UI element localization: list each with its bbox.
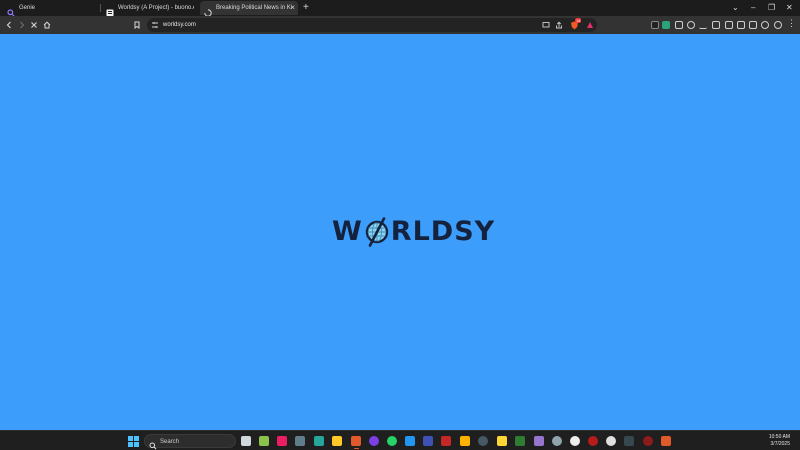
- close-window-button[interactable]: ✕: [786, 2, 793, 14]
- vpn-icon[interactable]: [761, 21, 769, 29]
- brave-beta-icon[interactable]: [661, 436, 671, 446]
- extension-puzzle-icon[interactable]: [651, 21, 659, 29]
- back-button[interactable]: [3, 19, 15, 31]
- bookmark-icon: [134, 21, 140, 29]
- wallet-icon[interactable]: [737, 21, 745, 29]
- tab-genie[interactable]: Genie: [3, 1, 97, 17]
- tab-worldsy-project[interactable]: Worldsy (A Project) - buono.email: [102, 1, 198, 17]
- close-icon: [31, 22, 37, 28]
- app-grid-icon[interactable]: [423, 436, 433, 446]
- app-dark-round-icon[interactable]: [478, 436, 488, 446]
- close-tab-icon[interactable]: ×: [290, 2, 295, 14]
- clock-time: 10:50 AM: [768, 434, 790, 440]
- brave-rewards-icon[interactable]: [584, 19, 596, 31]
- page-viewport: W RLDSY: [0, 34, 800, 430]
- browser-toolbar: worldsy.com 18 ⋮: [0, 16, 800, 34]
- search-placeholder: Search: [160, 439, 180, 445]
- wifi-extension-icon[interactable]: [687, 21, 695, 29]
- arrow-left-icon: [6, 21, 11, 29]
- save-icon[interactable]: [749, 21, 757, 29]
- sidebar-panel-icon[interactable]: [675, 21, 683, 29]
- new-tab-button[interactable]: +: [303, 2, 309, 14]
- extensions-puzzle-icon[interactable]: [712, 21, 720, 29]
- stop-loading-button[interactable]: [28, 19, 40, 31]
- forward-button[interactable]: [16, 19, 28, 31]
- app-yellow-icon[interactable]: [497, 436, 507, 446]
- split-view-icon[interactable]: [725, 21, 733, 29]
- tab-search-chevron-icon[interactable]: ⌄: [732, 2, 739, 14]
- app-red-round-icon[interactable]: [588, 436, 598, 446]
- taskbar-search-box[interactable]: Search: [144, 434, 236, 450]
- chrome-icon[interactable]: [606, 436, 616, 446]
- browser-tab-strip: Genie Worldsy (A Project) - buono.email …: [0, 0, 800, 17]
- restore-button[interactable]: ❐: [768, 2, 775, 14]
- task-view-icon[interactable]: [241, 436, 251, 446]
- calendar-app-icon[interactable]: [441, 436, 451, 446]
- file-explorer-icon[interactable]: [332, 436, 342, 446]
- figma-icon[interactable]: [277, 436, 287, 446]
- system-clock[interactable]: 10:50 AM 3/7/2025: [769, 434, 790, 448]
- vscode-icon[interactable]: [405, 436, 415, 446]
- notion-page-icon: [106, 4, 114, 17]
- profile-icon[interactable]: [774, 21, 782, 29]
- app-purple-icon[interactable]: [369, 436, 379, 446]
- url-text: worldsy.com: [163, 22, 196, 28]
- tab-breaking-political-news[interactable]: Breaking Political News in Kings ×: [200, 1, 298, 17]
- cast-icon[interactable]: [540, 19, 552, 31]
- share-icon[interactable]: [553, 19, 565, 31]
- home-icon: [43, 21, 51, 29]
- bookmark-button[interactable]: [131, 19, 143, 31]
- tab-divider: [100, 4, 101, 12]
- whatsapp-icon[interactable]: [387, 436, 397, 446]
- start-windows-icon[interactable]: [127, 435, 139, 447]
- worldsy-logo: W RLDSY: [332, 216, 495, 248]
- brave-browser-icon[interactable]: [351, 436, 361, 446]
- shields-count-badge: 18: [575, 18, 582, 23]
- app-teal-icon[interactable]: [314, 436, 324, 446]
- extension-green-icon[interactable]: [662, 21, 670, 29]
- logo-text-right: RLDSY: [390, 216, 496, 247]
- app-violet-icon[interactable]: [534, 436, 544, 446]
- tab-title: Worldsy (A Project) - buono.email: [118, 5, 194, 11]
- genie-search-icon: [7, 4, 15, 17]
- logo-text-left: W: [332, 216, 363, 247]
- github-icon[interactable]: [570, 436, 580, 446]
- arrow-right-icon: [20, 21, 25, 29]
- windows-taskbar: Search 10:50 AM 3/7/2025: [0, 430, 800, 450]
- app-green-screen-icon[interactable]: [259, 436, 269, 446]
- menu-icon[interactable]: ⋮: [787, 18, 796, 29]
- loading-spinner-icon: [204, 4, 212, 17]
- notes-app-icon[interactable]: [515, 436, 525, 446]
- minimize-button[interactable]: –: [751, 2, 755, 14]
- search-icon: [149, 437, 157, 450]
- address-bar[interactable]: worldsy.com 18: [147, 18, 597, 32]
- sublime-text-icon[interactable]: [460, 436, 470, 446]
- tab-title: Genie: [19, 5, 36, 11]
- app-arrow-icon[interactable]: [624, 436, 634, 446]
- active-app-indicator: [354, 448, 359, 449]
- tab-title: Breaking Political News in Kings: [216, 5, 292, 11]
- site-info-icon[interactable]: [149, 19, 161, 31]
- globe-slash-icon: [365, 217, 388, 247]
- app-crimson-icon[interactable]: [643, 436, 653, 446]
- globe-app-icon[interactable]: [552, 436, 562, 446]
- network-tool-icon[interactable]: [295, 436, 305, 446]
- download-icon[interactable]: [699, 21, 707, 29]
- clock-date: 3/7/2025: [770, 441, 790, 447]
- home-button[interactable]: [41, 19, 53, 31]
